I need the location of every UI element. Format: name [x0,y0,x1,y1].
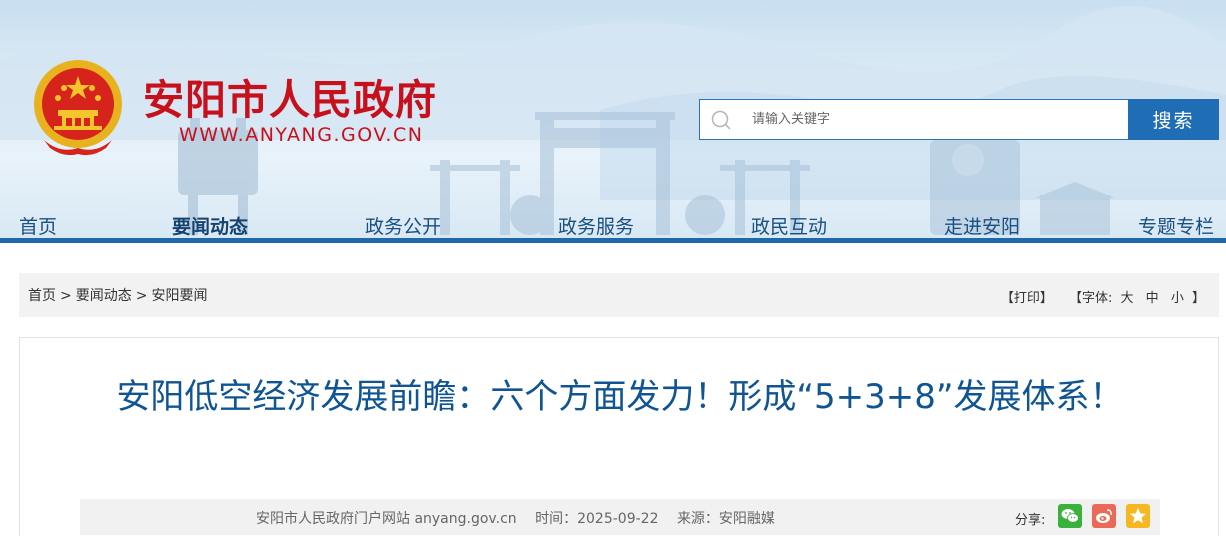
font-size-bracket: 】 [1191,291,1205,306]
site-header: 安阳市人民政府 WWW.ANYANG.GOV.CN 搜索 首页 要闻动态 政务公… [0,0,1226,243]
meta-source: 来源：安阳融媒 [676,511,775,527]
site-url: WWW.ANYANG.GOV.CN [179,124,424,146]
article-title: 安阳低空经济发展前瞻：六个方面发力！形成“5+3+8”发展体系！ [116,377,1124,417]
font-large-button[interactable]: 大 [1121,291,1134,306]
search-button[interactable]: 搜索 [1128,99,1219,140]
breadcrumb-home[interactable]: 首页 [28,288,56,304]
share-label: 分享: [1015,513,1046,528]
nav-underline-bar [0,238,1226,243]
breadcrumb: 首页 > 要闻动态 > 安阳要闻 [28,285,207,305]
article-meta-bar: 安阳市人民政府门户网站 anyang.gov.cn 时间：2025-09-22 … [80,499,1160,535]
font-size-label: 【字体: [1068,291,1113,306]
breadcrumb-anyang-news[interactable]: 安阳要闻 [151,288,207,304]
qzone-share-button[interactable] [1126,504,1150,528]
nav-item-gov-services[interactable]: 政务服务 [558,212,634,239]
nav-item-interaction[interactable]: 政民互动 [751,212,827,239]
search-icon [711,110,731,130]
article-meta: 安阳市人民政府门户网站 anyang.gov.cn 时间：2025-09-22 … [256,508,789,528]
nav-item-gov-affairs[interactable]: 政务公开 [365,212,441,239]
article-tools: 【打印】 【字体: 大 中 小 】 [1001,287,1205,306]
search-input[interactable] [752,100,1122,139]
breadcrumb-separator: > [60,288,72,304]
national-emblem-logo [34,60,122,156]
nav-item-about-anyang[interactable]: 走进安阳 [944,212,1020,239]
weibo-icon [1096,509,1112,523]
breadcrumb-news[interactable]: 要闻动态 [76,288,132,304]
nav-item-topics[interactable]: 专题专栏 [1138,212,1214,239]
search-box [699,99,1129,140]
font-medium-button[interactable]: 中 [1146,291,1159,306]
weibo-share-button[interactable] [1092,504,1116,528]
nav-item-news[interactable]: 要闻动态 [172,212,248,239]
meta-time: 时间：2025-09-22 [535,511,659,527]
qzone-star-icon [1130,508,1146,524]
print-button[interactable]: 【打印】 [1001,291,1053,306]
site-title: 安阳市人民政府 [143,76,437,124]
font-small-button[interactable]: 小 [1171,291,1184,306]
breadcrumb-bar: 首页 > 要闻动态 > 安阳要闻 【打印】 【字体: 大 中 小 】 [19,273,1219,317]
nav-item-home[interactable]: 首页 [19,212,57,239]
wechat-share-button[interactable] [1058,504,1082,528]
article-container: 安阳低空经济发展前瞻：六个方面发力！形成“5+3+8”发展体系！ 安阳市人民政府… [19,337,1219,536]
wechat-icon [1061,509,1079,523]
meta-site: 安阳市人民政府门户网站 anyang.gov.cn [256,511,517,527]
breadcrumb-separator: > [135,288,148,304]
